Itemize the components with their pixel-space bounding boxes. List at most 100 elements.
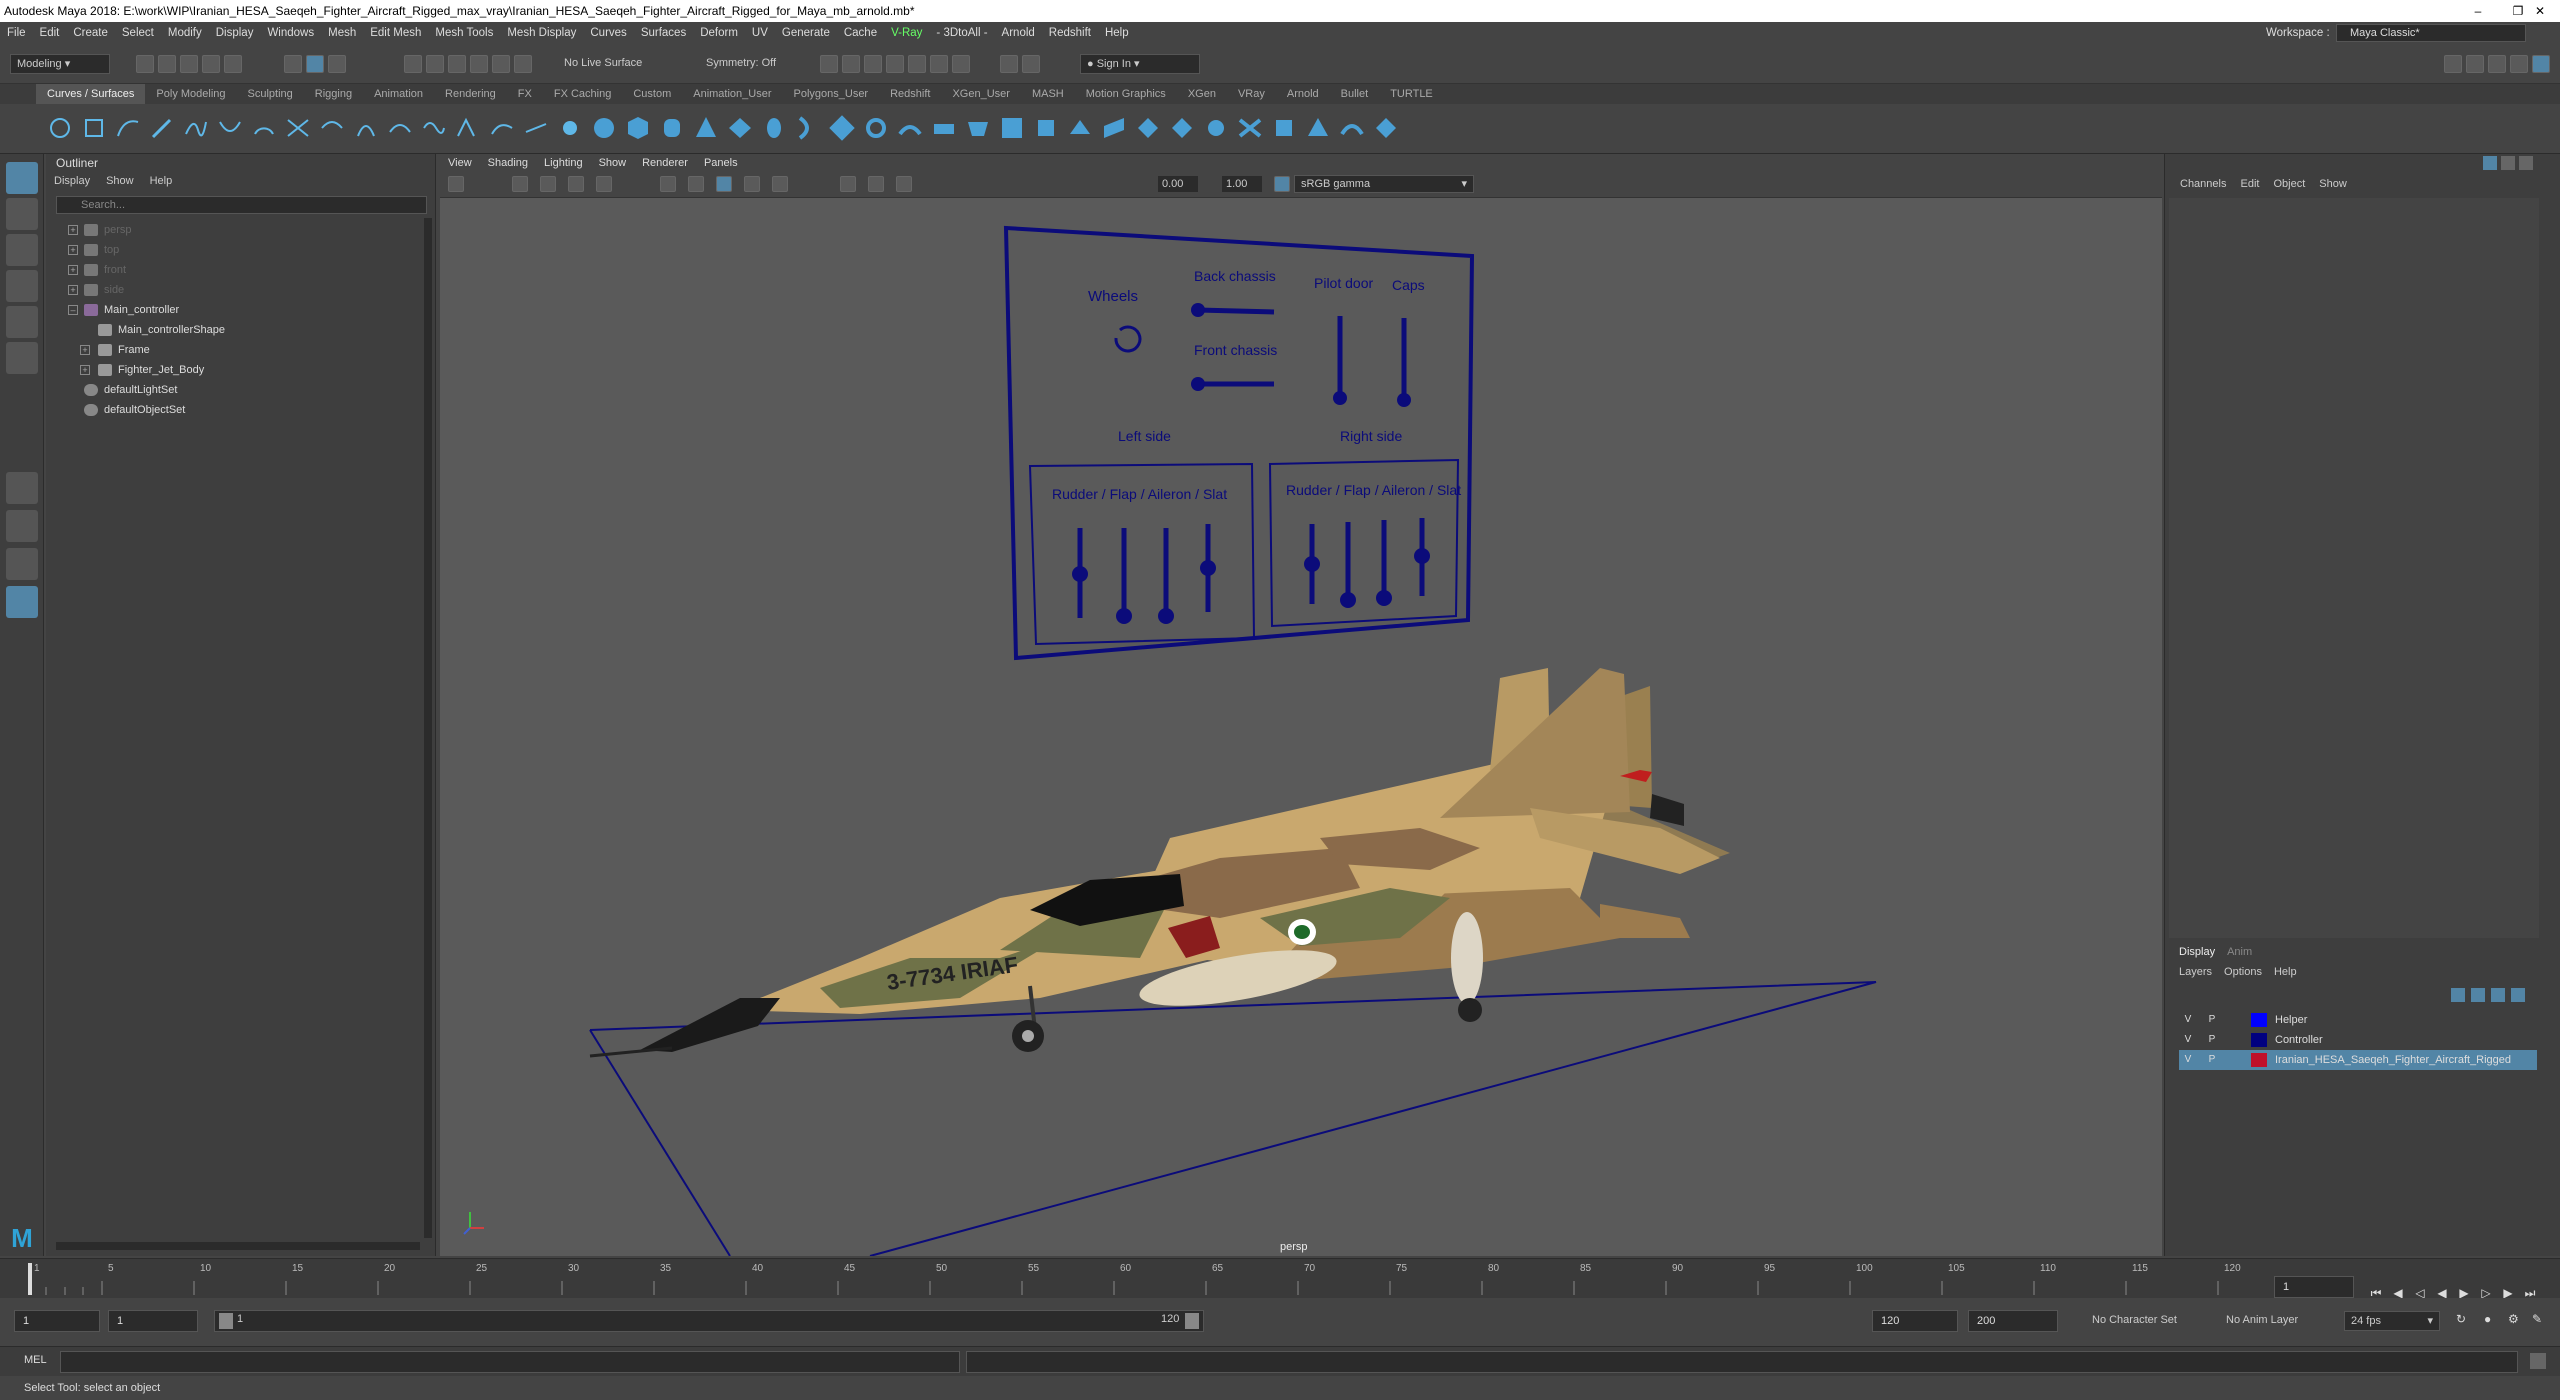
tab-turtle[interactable]: TURTLE — [1379, 84, 1444, 104]
menu-redshift[interactable]: Redshift — [1042, 22, 1098, 44]
rudder-left-handle-3[interactable] — [1158, 608, 1174, 624]
bezier-tool-icon[interactable] — [556, 114, 584, 142]
close-icon[interactable]: ✕ — [2520, 0, 2560, 22]
color-management-icon[interactable] — [1274, 176, 1290, 192]
cb-menu-object[interactable]: Object — [2266, 174, 2312, 194]
outliner-item-default-light-set[interactable]: defaultLightSet — [46, 380, 435, 400]
channel-box-icon[interactable] — [2483, 156, 2497, 170]
tab-display[interactable]: Display — [2173, 946, 2221, 958]
rudder-right-handle-2[interactable] — [1340, 592, 1356, 608]
gamma-field[interactable]: 1.00 — [1222, 176, 1262, 192]
rudder-right-handle-4[interactable] — [1414, 548, 1430, 564]
exposure-field[interactable]: 0.00 — [1158, 176, 1198, 192]
snap-point-icon[interactable] — [448, 55, 466, 73]
tab-arnold[interactable]: Arnold — [1276, 84, 1330, 104]
playback-end-field[interactable]: 120 — [1872, 1310, 1958, 1332]
nurbs-circle-icon[interactable] — [46, 114, 74, 142]
snap-view-plane-icon[interactable] — [470, 55, 488, 73]
menu-cache[interactable]: Cache — [837, 22, 884, 44]
menu-edit[interactable]: Edit — [33, 22, 67, 44]
layer-playback-toggle[interactable]: P — [2205, 1010, 2219, 1030]
expand-icon[interactable]: + — [68, 285, 78, 295]
vray-render-icon[interactable] — [952, 55, 970, 73]
new-empty-layer-icon[interactable] — [2491, 988, 2505, 1002]
anim-layer-dropdown[interactable]: No Anim Layer — [2226, 1314, 2326, 1326]
detach-curves-icon[interactable] — [318, 114, 346, 142]
render-view-icon[interactable] — [842, 55, 860, 73]
select-object-icon[interactable] — [306, 55, 324, 73]
arc-tool-icon[interactable] — [250, 114, 278, 142]
isolate-select-icon[interactable] — [868, 176, 884, 192]
menu-generate[interactable]: Generate — [775, 22, 837, 44]
outliner-search-input[interactable]: Search... — [56, 196, 427, 214]
range-start-handle[interactable] — [219, 1313, 233, 1329]
single-perspective-view-icon[interactable] — [6, 472, 38, 504]
menu-windows[interactable]: Windows — [260, 22, 321, 44]
intersect-surfaces-icon[interactable] — [1100, 114, 1128, 142]
nurbs-cone-icon[interactable] — [692, 114, 720, 142]
rudder-right-handle-1[interactable] — [1304, 556, 1320, 572]
nurbs-plane-icon[interactable] — [726, 114, 754, 142]
back-chassis-slider[interactable] — [1197, 307, 1275, 315]
persp-outliner-icon[interactable] — [6, 548, 38, 580]
hypershade-icon[interactable] — [930, 55, 948, 73]
current-frame-field[interactable]: 1 — [2274, 1276, 2354, 1298]
trim-tool-icon[interactable] — [1134, 114, 1162, 142]
live-surface-field[interactable]: No Live Surface — [558, 54, 668, 74]
boundary-icon[interactable] — [998, 114, 1026, 142]
menu-select[interactable]: Select — [115, 22, 161, 44]
save-scene-icon[interactable] — [180, 55, 198, 73]
rudder-left-handle-4[interactable] — [1200, 560, 1216, 576]
snap-grid-icon[interactable] — [404, 55, 422, 73]
tab-animation-user[interactable]: Animation_User — [682, 84, 782, 104]
grid-toggle-icon[interactable] — [568, 176, 584, 192]
outliner-horizontal-scrollbar[interactable] — [56, 1242, 420, 1250]
camera-select-icon[interactable] — [448, 176, 464, 192]
bookmark-icon[interactable] — [512, 176, 528, 192]
symmetry-dropdown[interactable]: Symmetry: Off — [700, 54, 796, 74]
playback-start-field[interactable]: 1 — [108, 1310, 198, 1332]
square-surface-icon[interactable] — [1032, 114, 1060, 142]
textured-icon[interactable] — [716, 176, 732, 192]
menu-surfaces[interactable]: Surfaces — [634, 22, 693, 44]
expand-icon[interactable]: + — [68, 245, 78, 255]
sign-in-button[interactable]: ● Sign In ▾ — [1080, 54, 1200, 74]
layer-visibility-toggle[interactable]: V — [2181, 1030, 2195, 1050]
nurbs-torus-icon[interactable] — [760, 114, 788, 142]
offset-curve-icon[interactable] — [420, 114, 448, 142]
range-end-handle[interactable] — [1185, 1313, 1199, 1329]
wheels-rotate-control[interactable] — [1114, 325, 1142, 353]
select-component-icon[interactable] — [328, 55, 346, 73]
tab-fx-caching[interactable]: FX Caching — [543, 84, 622, 104]
menu-create[interactable]: Create — [66, 22, 115, 44]
undo-icon[interactable] — [202, 55, 220, 73]
vp-menu-view[interactable]: View — [440, 154, 480, 172]
fighter-jet-model[interactable]: 3-7734 IRIAF — [589, 668, 1730, 1058]
attach-curves-icon[interactable] — [284, 114, 312, 142]
tab-xgen[interactable]: XGen — [1177, 84, 1227, 104]
tab-anim[interactable]: Anim — [2221, 946, 2258, 958]
project-curve-icon[interactable] — [1066, 114, 1094, 142]
menu-display[interactable]: Display — [209, 22, 261, 44]
cv-curve-icon[interactable] — [182, 114, 210, 142]
menu-help[interactable]: Help — [1098, 22, 1136, 44]
render-frame-icon[interactable] — [864, 55, 882, 73]
select-tool-icon[interactable] — [6, 162, 38, 194]
curve-editing-icon[interactable] — [522, 114, 550, 142]
vp-menu-lighting[interactable]: Lighting — [536, 154, 591, 172]
xray-icon[interactable] — [840, 176, 856, 192]
anim-prefs-icon[interactable]: ⚙ — [2508, 1312, 2524, 1328]
layer-row-aircraft[interactable]: V P Iranian_HESA_Saeqeh_Fighter_Aircraft… — [2179, 1050, 2537, 1070]
panel-settings-icon[interactable] — [2519, 156, 2533, 170]
untrim-icon[interactable] — [1168, 114, 1196, 142]
outliner-item-side[interactable]: + side — [46, 280, 435, 300]
snap-curve-icon[interactable] — [426, 55, 444, 73]
add-points-icon[interactable] — [488, 114, 516, 142]
menu-curves[interactable]: Curves — [583, 22, 633, 44]
layer-visibility-toggle[interactable]: V — [2181, 1050, 2195, 1070]
insert-knot-icon[interactable] — [352, 114, 380, 142]
nurbs-cube-icon[interactable] — [624, 114, 652, 142]
menu-arnold[interactable]: Arnold — [995, 22, 1042, 44]
attach-surfaces-icon[interactable] — [1202, 114, 1230, 142]
lights-icon[interactable] — [744, 176, 760, 192]
